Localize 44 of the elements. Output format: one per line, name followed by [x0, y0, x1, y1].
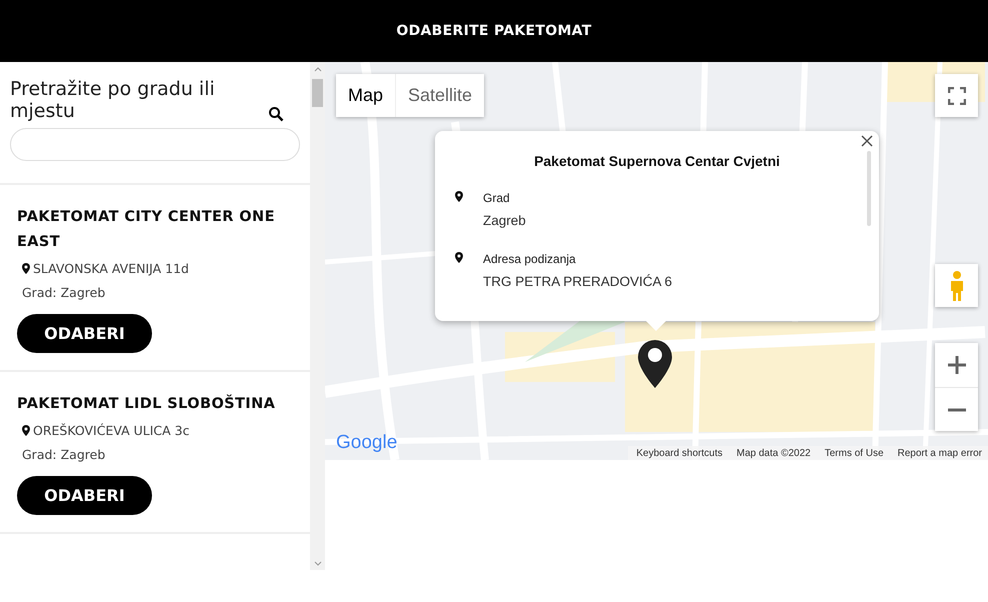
map-type-tab[interactable]: Satellite	[395, 74, 484, 117]
page-title: ODABERITE PAKETOMAT	[396, 23, 592, 39]
location-city: Grad: Zagreb	[22, 447, 106, 462]
scroll-thumb[interactable]	[867, 151, 871, 226]
scroll-up-icon[interactable]	[314, 67, 322, 72]
location-name: PAKETOMAT CITY CENTER ONE EAST	[17, 208, 276, 252]
close-icon	[861, 135, 873, 147]
street-view-button[interactable]	[935, 264, 978, 307]
person-icon	[948, 270, 964, 302]
scroll-down-icon[interactable]	[314, 561, 322, 566]
field-value: Zagreb	[483, 213, 527, 228]
fullscreen-icon	[948, 86, 966, 104]
location-city: Grad: Zagreb	[22, 285, 106, 300]
field-label: Grad	[483, 191, 511, 205]
search-label: Pretražite po gradu ili mjestu	[10, 78, 216, 122]
map-pin-icon	[455, 252, 463, 263]
map-pin-icon	[455, 191, 463, 202]
select-button[interactable]: ODABERI	[17, 476, 152, 515]
scroll-thumb[interactable]	[312, 79, 323, 107]
minus-icon	[948, 408, 966, 412]
info-title: Paketomat Supernova Centar Cvjetni	[533, 153, 781, 169]
plus-icon	[948, 356, 966, 374]
map-marker-icon[interactable]	[637, 340, 673, 388]
field-value: TRG PETRA PRERADOVIĆA 6	[483, 274, 674, 289]
search-field[interactable]	[10, 128, 300, 161]
map-logo: Google	[336, 432, 398, 454]
select-button[interactable]: ODABERI	[17, 314, 152, 353]
footer-link[interactable]: Terms of Use	[824, 448, 884, 458]
close-button[interactable]	[859, 133, 875, 149]
location-address: SLAVONSKA AVENIJA 11d	[33, 261, 189, 276]
fullscreen-button[interactable]	[935, 74, 978, 117]
field-label: Adresa podizanja	[483, 252, 577, 266]
scrollbar[interactable]	[310, 62, 325, 570]
footer-link[interactable]: Map data ©2022	[736, 448, 811, 458]
search-icon[interactable]	[268, 106, 284, 122]
location-address: OREŠKOVIĆEVA ULICA 3c	[33, 423, 190, 438]
zoom-out-button[interactable]	[935, 387, 978, 431]
map-type-tab[interactable]: Map	[336, 74, 396, 117]
location-name: PAKETOMAT LIDL SLOBOŠTINA	[17, 394, 276, 414]
footer-link[interactable]: Report a map error	[898, 448, 982, 458]
map-pin-icon	[22, 425, 30, 436]
zoom-in-button[interactable]	[935, 343, 978, 387]
footer-link[interactable]: Keyboard shortcuts	[636, 448, 723, 458]
map-pin-icon	[22, 263, 30, 274]
